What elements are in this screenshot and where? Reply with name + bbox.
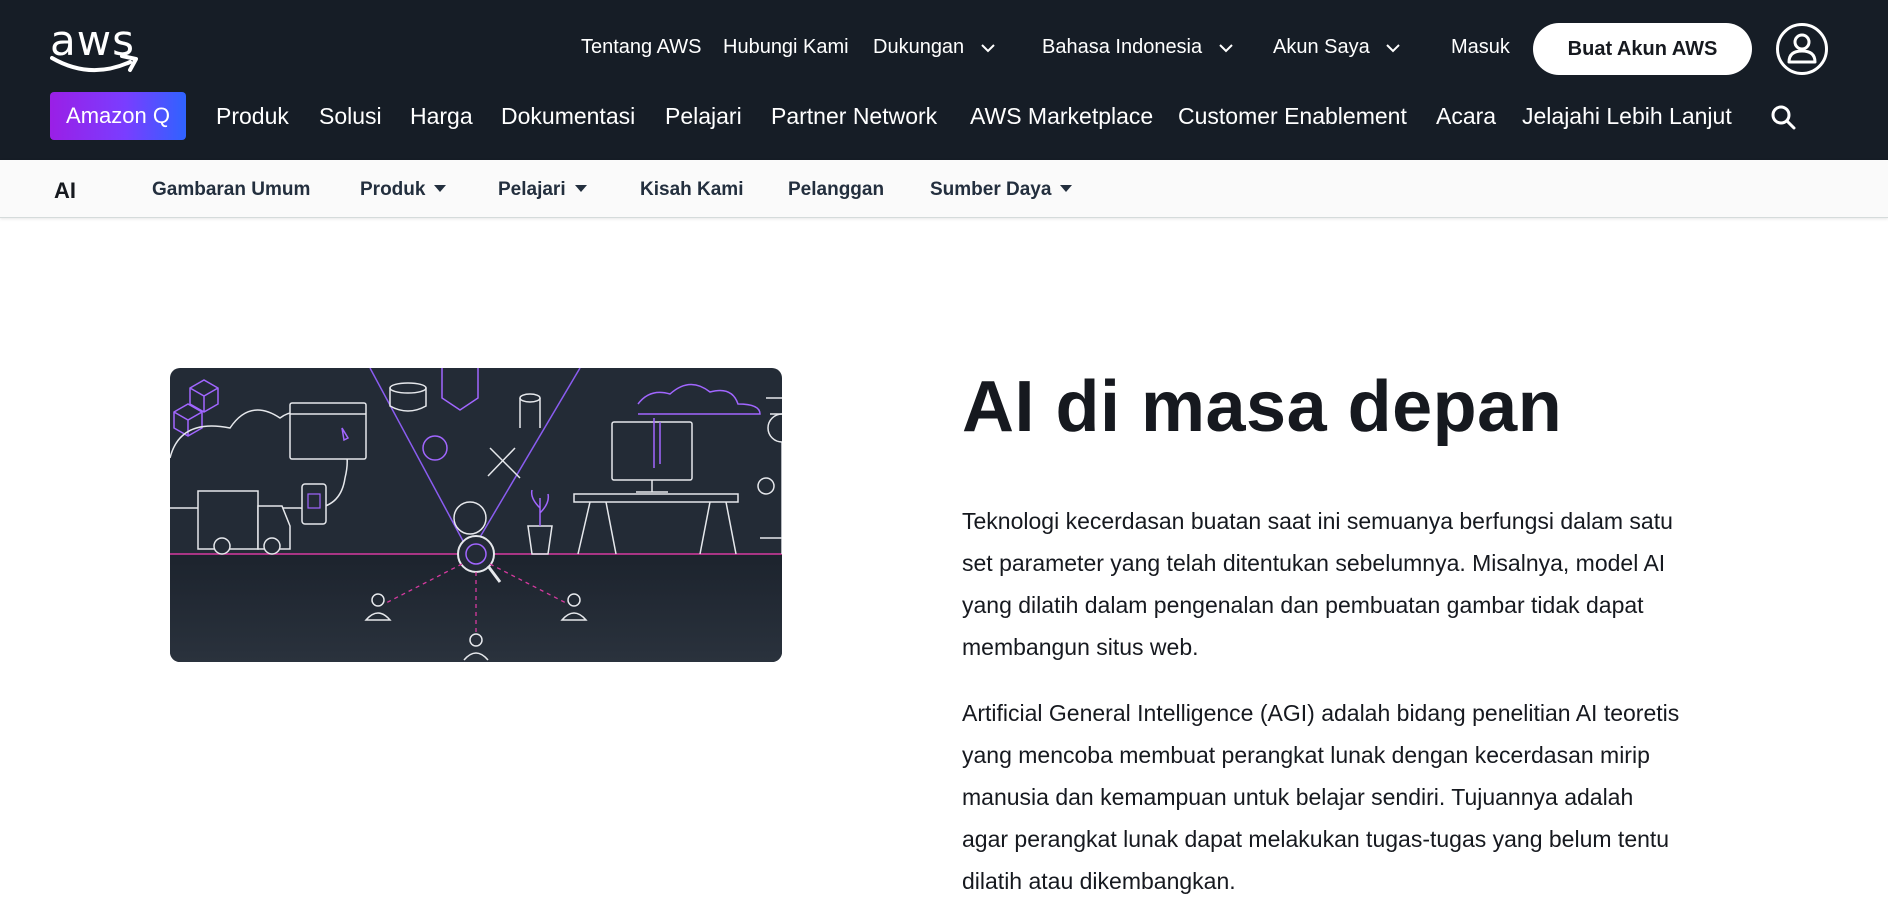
nav-support-label: Dukungan bbox=[873, 36, 965, 58]
ai-future-illustration bbox=[170, 368, 782, 662]
aws-smile-icon bbox=[50, 54, 138, 72]
sub-navigation: AI Gambaran Umum Produk Pelajari Kisah K… bbox=[0, 160, 1888, 218]
body-paragraph: Artificial General Intelligence (AGI) ad… bbox=[962, 700, 1680, 894]
subnav-title[interactable]: AI bbox=[54, 178, 76, 204]
amazon-q-button[interactable]: Amazon Q bbox=[50, 92, 186, 140]
nav-account-label: Akun Saya bbox=[1273, 36, 1370, 58]
nav-account-dropdown[interactable]: Akun Saya bbox=[1273, 36, 1401, 59]
search-icon-glyph bbox=[1771, 105, 1796, 130]
search-icon[interactable] bbox=[1770, 104, 1796, 130]
nav-explore-more[interactable]: Jelajahi Lebih Lanjut bbox=[1522, 103, 1732, 130]
nav-learn[interactable]: Pelajari bbox=[665, 103, 742, 130]
nav-aws-marketplace[interactable]: AWS Marketplace bbox=[970, 103, 1153, 130]
sign-in-link[interactable]: Masuk bbox=[1451, 36, 1510, 59]
caret-down-icon bbox=[1060, 184, 1073, 192]
user-icon[interactable] bbox=[1776, 23, 1828, 75]
nav-contact-us[interactable]: Hubungi Kami bbox=[723, 36, 849, 59]
caret-down-icon bbox=[574, 184, 587, 192]
nav-support-dropdown[interactable]: Dukungan bbox=[873, 36, 996, 59]
illustration-artwork bbox=[170, 368, 782, 662]
aws-logo[interactable]: aws bbox=[50, 16, 142, 80]
subnav-learn-dropdown[interactable]: Pelajari bbox=[498, 179, 587, 201]
subnav-products-label: Produk bbox=[360, 179, 426, 200]
nav-events[interactable]: Acara bbox=[1436, 103, 1496, 130]
create-account-button[interactable]: Buat Akun AWS bbox=[1533, 23, 1752, 75]
nav-about-aws[interactable]: Tentang AWS bbox=[581, 36, 701, 59]
page-title: AI di masa depan bbox=[962, 367, 1563, 447]
caret-down-icon bbox=[434, 184, 447, 192]
nav-pricing[interactable]: Harga bbox=[410, 103, 473, 130]
nav-language-label: Bahasa Indonesia bbox=[1042, 36, 1203, 58]
nav-partner-network[interactable]: Partner Network bbox=[771, 103, 937, 130]
nav-language-dropdown[interactable]: Bahasa Indonesia bbox=[1042, 36, 1234, 59]
body-paragraph: Teknologi kecerdasan buatan saat ini sem… bbox=[962, 508, 1673, 660]
user-icon-glyph bbox=[1787, 33, 1817, 64]
subnav-resources-dropdown[interactable]: Sumber Daya bbox=[930, 179, 1073, 201]
subnav-customers[interactable]: Pelanggan bbox=[788, 179, 884, 201]
subnav-products-dropdown[interactable]: Produk bbox=[360, 179, 447, 201]
nav-products[interactable]: Produk bbox=[216, 103, 289, 130]
subnav-overview[interactable]: Gambaran Umum bbox=[152, 179, 310, 201]
subnav-learn-label: Pelajari bbox=[498, 179, 566, 200]
nav-solutions[interactable]: Solusi bbox=[319, 103, 382, 130]
subnav-our-story[interactable]: Kisah Kami bbox=[640, 179, 743, 201]
nav-documentation[interactable]: Dokumentasi bbox=[501, 103, 635, 130]
chevron-down-icon bbox=[981, 44, 995, 53]
chevron-down-icon bbox=[1386, 44, 1401, 53]
nav-customer-enablement[interactable]: Customer Enablement bbox=[1178, 103, 1407, 130]
subnav-resources-label: Sumber Daya bbox=[930, 179, 1052, 200]
global-header: aws Tentang AWS Hubungi Kami Dukungan Ba… bbox=[0, 0, 1888, 160]
chevron-down-icon bbox=[1218, 44, 1233, 53]
